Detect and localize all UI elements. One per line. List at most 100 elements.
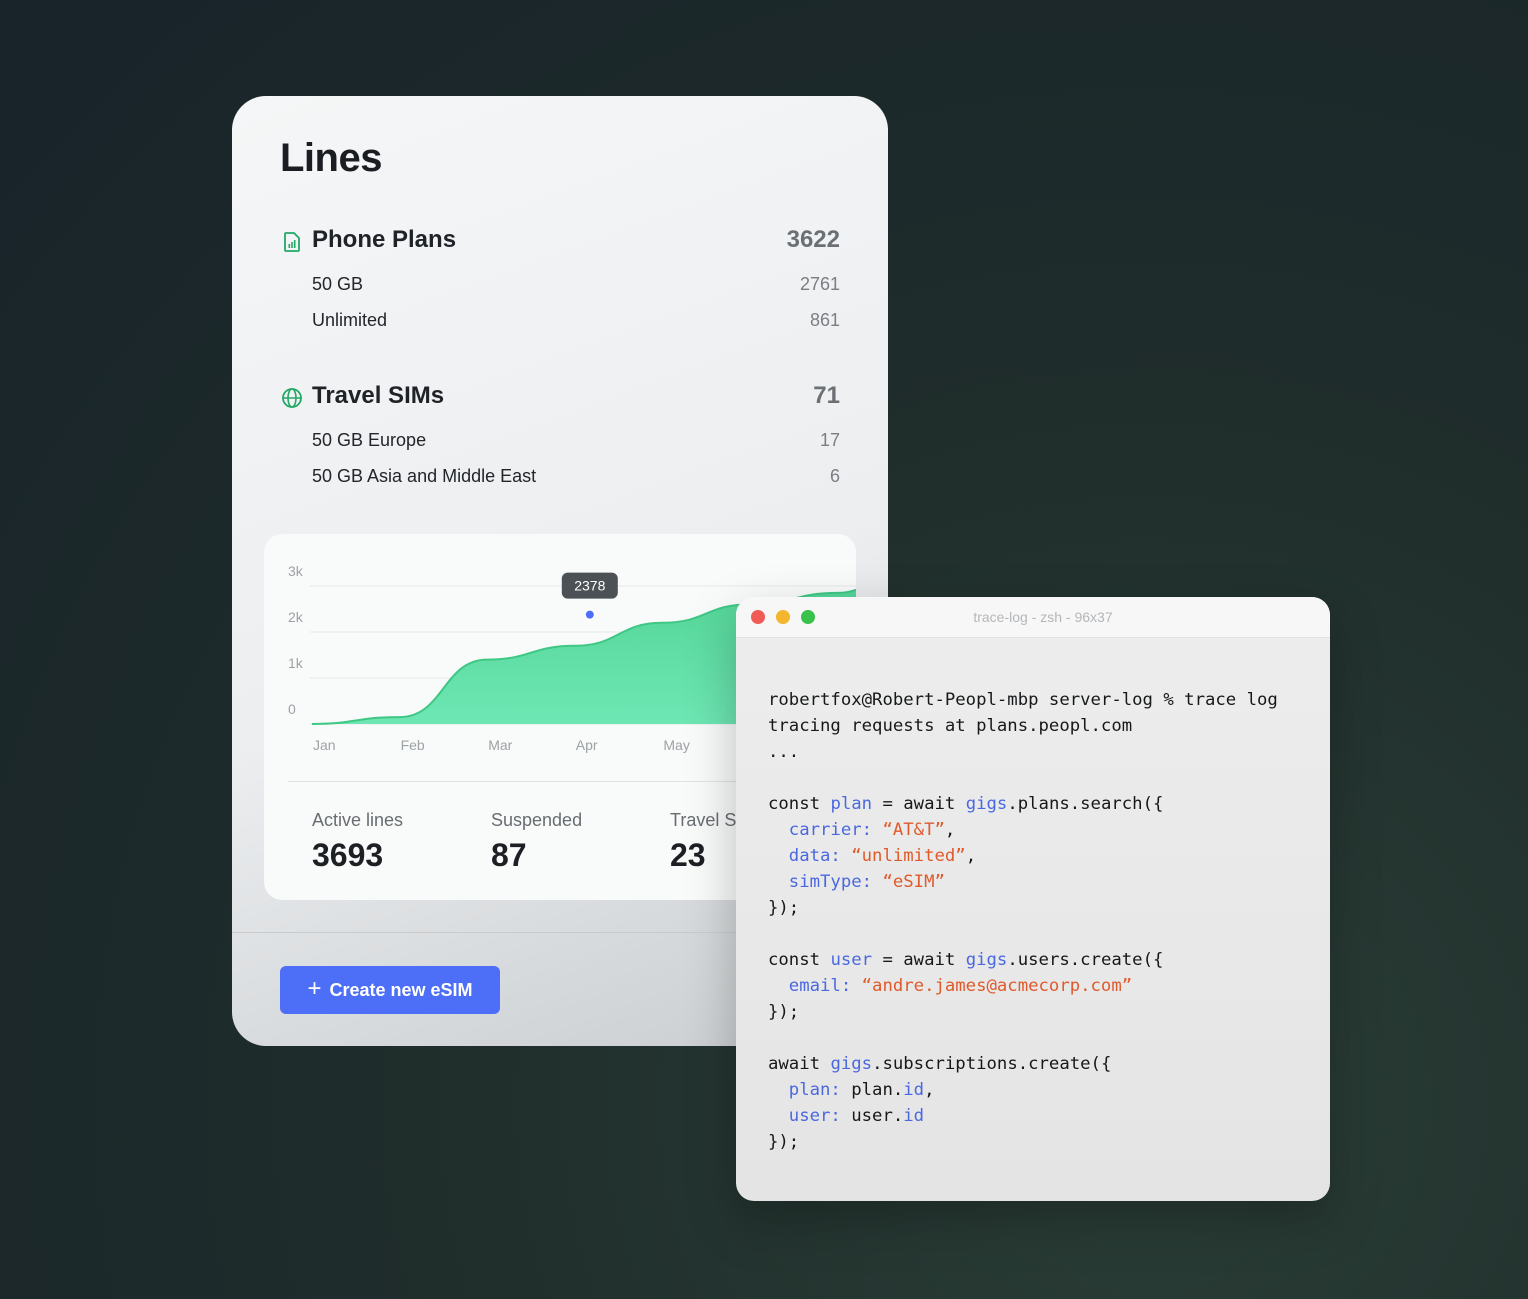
code-token: plan: [768, 1080, 852, 1100]
stat-label: Active lines [312, 810, 404, 830]
code-token: user: [768, 1106, 852, 1126]
code-token: “andre.james@acmecorp.com” [861, 976, 1133, 996]
code-token: email: [768, 976, 862, 996]
code-token: robertfox@Robert-Peopl-mbp server-log % … [768, 690, 1278, 710]
code-token: = await [872, 950, 966, 970]
terminal-line: email: “andre.james@acmecorp.com” [768, 973, 1278, 999]
terminal-line: }); [768, 999, 1278, 1025]
create-esim-label: Create new eSIM [329, 979, 473, 1000]
sim-row-europe[interactable]: 50 GB Europe 17 [280, 424, 840, 460]
code-token: carrier: [768, 820, 883, 840]
page-title: Lines [280, 136, 382, 180]
code-token: simType: [768, 872, 883, 892]
x-tick-label: Jan [313, 737, 336, 753]
terminal-line: data: “unlimited”, [768, 843, 1278, 869]
code-token: “AT&T” [882, 820, 945, 840]
terminal-titlebar: trace-log - zsh - 96x37 [736, 597, 1330, 638]
terminal-line: tracing requests at plans.peopl.com [768, 713, 1278, 739]
stat-label: Suspended [491, 810, 583, 830]
x-tick-label: Mar [488, 737, 512, 753]
create-esim-button[interactable]: + Create new eSIM [280, 966, 500, 1014]
terminal-line: user: user.id [768, 1103, 1278, 1129]
stat-value: 23 [670, 837, 706, 873]
code-token: id [903, 1106, 925, 1126]
code-token: , [944, 820, 956, 840]
code-token: user. [851, 1106, 904, 1126]
stat-label: Travel S [670, 810, 737, 830]
code-token: plan [830, 794, 873, 814]
travel-sims-header[interactable]: Travel SIMs 71 [280, 376, 840, 424]
phone-bars-icon [284, 232, 300, 252]
phone-plans-total: 3622 [786, 226, 840, 253]
terminal-line: plan: plan.id, [768, 1077, 1278, 1103]
terminal-title: trace-log - zsh - 96x37 [973, 609, 1113, 625]
travel-sims-label: Travel SIMs [312, 382, 445, 409]
sim-row-label: 50 GB Asia and Middle East [312, 466, 537, 486]
code-token: }); [768, 898, 800, 918]
code-token: const [768, 950, 831, 970]
globe-icon [282, 388, 302, 408]
code-token: gigs [965, 950, 1008, 970]
code-token: ... [768, 742, 800, 762]
plan-row-unlimited[interactable]: Unlimited 861 [280, 304, 840, 340]
sim-row-asia[interactable]: 50 GB Asia and Middle East 6 [280, 460, 840, 496]
terminal-line: const plan = await gigs.plans.search({ [768, 791, 1278, 817]
code-token: .subscriptions.create({ [872, 1054, 1112, 1074]
code-token: “eSIM” [882, 872, 945, 892]
code-token: data: [768, 846, 852, 866]
terminal-line: carrier: “AT&T”, [768, 817, 1278, 843]
terminal-line: simType: “eSIM” [768, 869, 1278, 895]
terminal-line: const user = await gigs.users.create({ [768, 947, 1278, 973]
stat-value: 87 [491, 837, 527, 873]
travel-sims-total: 71 [813, 382, 840, 409]
y-tick-label: 2k [288, 609, 304, 625]
code-token: user [830, 950, 873, 970]
code-token: }); [768, 1002, 800, 1022]
phone-plans-label: Phone Plans [312, 226, 457, 253]
plus-icon: + [307, 975, 322, 1002]
tooltip-value: 2378 [574, 578, 605, 594]
code-token: .plans.search({ [1007, 794, 1164, 814]
stat-suspended: Suspended 87 [491, 810, 582, 874]
sim-row-value: 6 [829, 466, 840, 486]
terminal-line: }); [768, 895, 1278, 921]
travel-sims-group: Travel SIMs 71 50 GB Europe 17 50 GB Asi… [280, 376, 840, 496]
sim-row-value: 17 [819, 430, 840, 450]
plan-row-50gb[interactable]: 50 GB 2761 [280, 268, 840, 304]
x-tick-label: May [663, 737, 689, 753]
x-tick-label: Apr [576, 737, 598, 753]
terminal-line: ... [768, 739, 1278, 765]
y-tick-label: 0 [288, 701, 296, 717]
code-token: const [768, 794, 831, 814]
code-token: tracing requests at plans.peopl.com [768, 716, 1133, 736]
code-token: , [924, 1080, 935, 1100]
terminal-window: trace-log - zsh - 96x37 robertfox@Robert… [736, 597, 1330, 1201]
code-token: await [768, 1054, 831, 1074]
phone-plans-header[interactable]: Phone Plans 3622 [280, 220, 840, 268]
stat-active-lines: Active lines 3693 [312, 810, 403, 874]
code-token: gigs [830, 1054, 873, 1074]
y-tick-label: 3k [288, 563, 304, 579]
code-token: , [965, 846, 977, 866]
code-token: gigs [965, 794, 1008, 814]
terminal-line: await gigs.subscriptions.create({ [768, 1051, 1278, 1077]
tooltip-marker [585, 610, 594, 619]
plan-row-label: 50 GB [312, 274, 364, 294]
code-token: .users.create({ [1007, 950, 1164, 970]
code-token: }); [768, 1132, 800, 1152]
stat-travel-sims: Travel S 23 [670, 810, 736, 874]
terminal-output[interactable]: robertfox@Robert-Peopl-mbp server-log % … [768, 687, 1278, 1155]
code-token: = await [872, 794, 966, 814]
sim-row-label: 50 GB Europe [312, 430, 427, 450]
terminal-line: }); [768, 1129, 1278, 1155]
phone-plans-group: Phone Plans 3622 50 GB 2761 Unlimited 86… [280, 220, 840, 340]
code-token: plan. [851, 1080, 904, 1100]
stat-value: 3693 [312, 837, 384, 873]
terminal-line: robertfox@Robert-Peopl-mbp server-log % … [768, 687, 1278, 713]
plan-row-value: 2761 [799, 274, 840, 294]
x-tick-label: Feb [401, 737, 425, 753]
plan-row-label: Unlimited [312, 310, 388, 330]
y-tick-label: 1k [288, 655, 304, 671]
